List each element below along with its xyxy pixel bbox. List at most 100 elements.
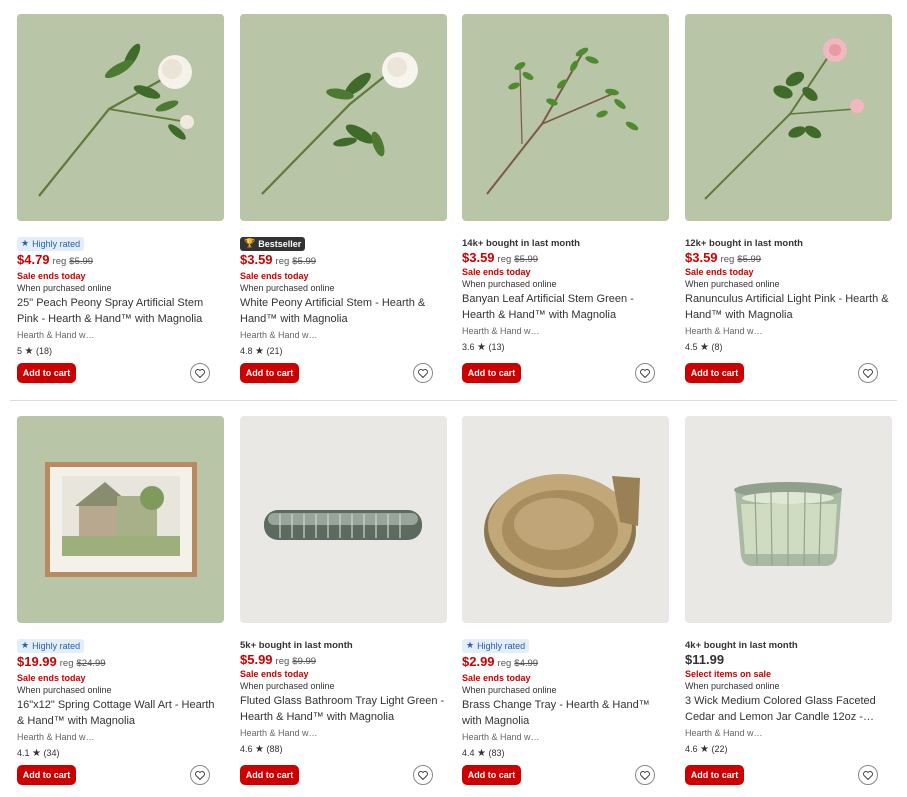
add-to-cart-button[interactable]: Add to cart [17,363,76,383]
add-to-cart-button[interactable]: Add to cart [685,363,744,383]
brand-link[interactable]: Hearth & Hand w… [462,326,540,336]
star-icon: ★ [700,744,709,755]
reg-price: $24.99 [76,658,106,669]
product-card[interactable]: 4k+ bought in last month $11.99 Select i… [685,416,892,785]
favorite-heart-icon[interactable] [858,765,878,785]
reg-price: $5.99 [737,254,762,265]
product-title-link[interactable]: 25" Peach Peony Spray Artificial Stem Pi… [17,296,224,327]
product-image[interactable] [685,14,892,221]
when-purchased-text: When purchased online [685,279,780,289]
product-image[interactable] [462,416,669,623]
favorite-heart-icon[interactable] [413,765,433,785]
product-image[interactable] [240,416,447,623]
reg-label: reg [720,254,735,265]
when-purchased-text: When purchased online [240,681,335,691]
bestseller-badge: 🏆 Bestseller [240,236,306,251]
product-title-link[interactable]: Brass Change Tray - Hearth & Hand™ with … [462,698,669,729]
star-icon: ★ [255,346,264,357]
when-purchased-text: When purchased online [462,685,557,695]
badge-row: 🏆 Bestseller [240,233,306,251]
reg-price: $5.99 [514,254,539,265]
product-card[interactable]: 🏆 Bestseller $3.59 reg $5.99 Sale ends to… [240,14,447,383]
product-image[interactable] [17,14,224,221]
reg-label: reg [497,658,512,669]
brand-link[interactable]: Hearth & Hand w… [462,732,540,742]
star-icon: ★ [466,640,475,650]
product-image[interactable] [240,14,447,221]
brand-link[interactable]: Hearth & Hand w… [17,330,95,340]
row-divider [10,400,897,401]
rating: 4.8 ★ (21) [240,346,283,357]
sale-ends-text: Sale ends today [240,271,309,281]
highly-rated-badge: ★ Highly rated [17,236,85,251]
highly-rated-badge: ★ Highly rated [17,638,85,653]
banyan-leaf-stem-image [462,14,669,221]
bought-count: 12k+ bought in last month [685,238,803,249]
price: $11.99 [685,652,725,667]
price-row: $2.99 reg $4.99 [462,654,538,669]
price-row: $5.99 reg $9.99 [240,652,316,667]
product-title-link[interactable]: 16"x12" Spring Cottage Wall Art - Hearth… [17,698,224,729]
sale-ends-text: Sale ends today [462,267,531,277]
favorite-heart-icon[interactable] [635,765,655,785]
product-card[interactable]: ★ Highly rated $4.79 reg $5.99 Sale ends … [17,14,224,383]
star-icon: ★ [477,748,486,759]
star-icon: ★ [700,342,709,353]
favorite-heart-icon[interactable] [413,363,433,383]
when-purchased-text: When purchased online [17,685,112,695]
brand-link[interactable]: Hearth & Hand w… [17,732,95,742]
sale-price: $19.99 [17,654,57,669]
favorite-heart-icon[interactable] [858,363,878,383]
sale-price: $4.79 [17,252,50,267]
when-purchased-text: When purchased online [17,283,112,293]
sale-price: $3.59 [685,250,718,265]
reg-label: reg [59,658,74,669]
add-to-cart-button[interactable]: Add to cart [685,765,744,785]
product-title-link[interactable]: White Peony Artificial Stem - Hearth & H… [240,296,447,327]
add-to-cart-button[interactable]: Add to cart [240,363,299,383]
reg-price: $4.99 [514,658,539,669]
product-image[interactable] [17,416,224,623]
when-purchased-text: When purchased online [685,681,780,691]
product-card[interactable]: 12k+ bought in last month $3.59 reg $5.9… [685,14,892,383]
product-title-link[interactable]: Ranunculus Artificial Light Pink - Heart… [685,292,892,323]
rating: 4.6 ★ (88) [240,744,283,755]
add-to-cart-button[interactable]: Add to cart [462,765,521,785]
reg-label: reg [52,256,67,267]
trophy-icon: 🏆 [244,238,256,248]
add-to-cart-button[interactable]: Add to cart [462,363,521,383]
star-icon: ★ [255,744,264,755]
white-peony-stem-image [240,14,447,221]
when-purchased-text: When purchased online [240,283,335,293]
product-title-link[interactable]: Banyan Leaf Artificial Stem Green - Hear… [462,292,669,323]
add-to-cart-button[interactable]: Add to cart [240,765,299,785]
rating: 5 ★ (18) [17,346,53,357]
product-image[interactable] [462,14,669,221]
reg-label: reg [497,254,512,265]
rating: 4.6 ★ (22) [685,744,728,755]
brand-link[interactable]: Hearth & Hand w… [685,728,763,738]
product-card[interactable]: ★ Highly rated $19.99 reg $24.99 Sale end… [17,416,224,785]
rating: 4.5 ★ (8) [685,342,723,353]
product-card[interactable]: ★ Highly rated $2.99 reg $4.99 Sale ends … [462,416,669,785]
select-items-on-sale-link[interactable]: Select items on sale [685,669,771,679]
favorite-heart-icon[interactable] [190,765,210,785]
product-title-link[interactable]: Fluted Glass Bathroom Tray Light Green -… [240,694,447,725]
brand-link[interactable]: Hearth & Hand w… [240,330,318,340]
add-to-cart-button[interactable]: Add to cart [17,765,76,785]
rating: 3.6 ★ (13) [462,342,505,353]
price-row: $3.59 reg $5.99 [240,252,316,267]
favorite-heart-icon[interactable] [635,363,655,383]
product-card[interactable]: 5k+ bought in last month $5.99 reg $9.99… [240,416,447,785]
product-card[interactable]: 14k+ bought in last month $3.59 reg $5.9… [462,14,669,383]
sale-price: $5.99 [240,652,273,667]
badge-row: ★ Highly rated [17,233,85,251]
brand-link[interactable]: Hearth & Hand w… [240,728,318,738]
sale-price: $3.59 [462,250,495,265]
brand-link[interactable]: Hearth & Hand w… [685,326,763,336]
product-title-link[interactable]: 3 Wick Medium Colored Glass Faceted Ceda… [685,694,892,725]
favorite-heart-icon[interactable] [190,363,210,383]
product-image[interactable] [685,416,892,623]
star-icon: ★ [21,640,30,650]
star-icon: ★ [477,342,486,353]
